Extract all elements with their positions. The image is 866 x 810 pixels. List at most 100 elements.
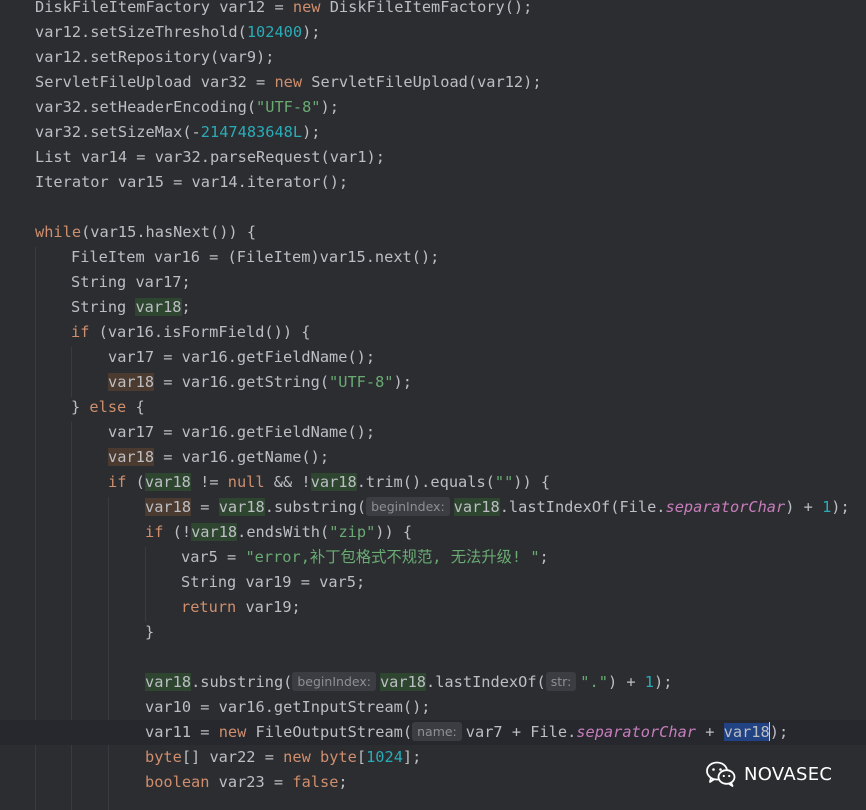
- code-text: );: [654, 673, 673, 691]
- code-text: String: [71, 298, 136, 316]
- code-text: var5 =: [181, 548, 246, 566]
- code-text: {: [126, 398, 145, 416]
- code-text: );: [831, 498, 850, 516]
- keyword-token: null: [227, 473, 265, 491]
- write-highlight: var18: [145, 498, 192, 516]
- write-highlight: var18: [108, 448, 155, 466]
- code-text: ) +: [785, 498, 823, 516]
- usage-highlight: var18: [145, 673, 192, 691]
- code-line[interactable]: String var19 = var5;: [0, 570, 866, 595]
- code-line-blank[interactable]: [0, 195, 866, 220]
- keyword-token: while: [35, 223, 82, 241]
- code-line[interactable]: Iterator var15 = var14.iterator();: [0, 170, 866, 195]
- code-line[interactable]: if (var18 != null && !var18.trim().equal…: [0, 470, 866, 495]
- code-text: );: [320, 98, 339, 116]
- code-text: (!: [163, 523, 192, 541]
- code-text: var17 = var16.getFieldName();: [108, 423, 376, 441]
- code-text: [] var22 =: [181, 748, 284, 766]
- code-text: )) {: [513, 473, 551, 491]
- code-text: .substring(: [191, 673, 293, 691]
- code-line[interactable]: var18.substring(beginIndex: var18.lastInd…: [0, 670, 866, 695]
- code-line[interactable]: if (var16.isFormField()) {: [0, 320, 866, 345]
- code-text: +: [696, 723, 724, 741]
- code-text: (: [126, 473, 145, 491]
- current-code-line[interactable]: var11 = new FileOutputStream(name: var7 +…: [0, 720, 866, 745]
- code-line[interactable]: while(var15.hasNext()) {: [0, 220, 866, 245]
- code-text: .trim().equals(: [356, 473, 495, 491]
- code-line[interactable]: var17 = var16.getFieldName();: [0, 345, 866, 370]
- code-line[interactable]: }: [0, 620, 866, 645]
- parameter-hint: beginIndex:: [292, 672, 376, 691]
- code-line[interactable]: var12.setSizeThreshold(102400);: [0, 20, 866, 45]
- parameter-hint: beginIndex:: [366, 497, 450, 516]
- keyword-token: byte: [320, 748, 357, 766]
- usage-highlight: var18: [379, 673, 427, 691]
- usage-highlight: var18: [144, 473, 191, 491]
- code-text: ;: [539, 548, 549, 566]
- code-line[interactable]: var18 = var18.substring(beginIndex: var18…: [0, 495, 866, 520]
- code-line-blank[interactable]: [0, 645, 866, 670]
- code-text: );: [302, 23, 321, 41]
- code-line[interactable]: String var18;: [0, 295, 866, 320]
- code-text: (var15.hasNext()) {: [81, 223, 257, 241]
- code-line[interactable]: List var14 = var32.parseRequest(var1);: [0, 145, 866, 170]
- code-line[interactable]: DiskFileItemFactory var12 = new DiskFile…: [0, 0, 866, 20]
- code-text: .lastIndexOf(File.: [499, 498, 666, 516]
- code-text: (var16.isFormField()) {: [89, 323, 311, 341]
- parameter-hint: name:: [412, 722, 462, 741]
- code-text: FileItem var16 = (FileItem)var15.next();: [71, 248, 440, 266]
- keyword-token: new: [218, 723, 247, 741]
- watermark: NOVASEC: [706, 760, 832, 788]
- code-text: }: [71, 398, 90, 416]
- number-token: 102400: [246, 23, 303, 41]
- code-text: var12.setRepository(var9);: [35, 48, 275, 66]
- code-text: var32.setHeaderEncoding(: [35, 98, 257, 116]
- code-text: var12.setSizeThreshold(: [35, 23, 247, 41]
- string-token: "UTF-8": [256, 98, 321, 116]
- watermark-text: NOVASEC: [744, 763, 833, 785]
- code-text: var19;: [236, 598, 301, 616]
- code-text: [: [356, 748, 367, 766]
- keyword-token: if: [145, 523, 164, 541]
- usage-highlight: var18: [191, 523, 238, 541]
- number-token: 2147483648L: [200, 123, 303, 141]
- field-token: separatorChar: [576, 723, 697, 741]
- code-line[interactable]: var17 = var16.getFieldName();: [0, 420, 866, 445]
- code-text: )) {: [375, 523, 413, 541]
- code-line[interactable]: var32.setSizeMax(-2147483648L);: [0, 120, 866, 145]
- code-text: String var17;: [71, 273, 191, 291]
- code-text: ServletFileUpload var32 =: [35, 73, 275, 91]
- keyword-token: byte: [145, 748, 182, 766]
- code-text: var32.setSizeMax(-: [35, 123, 201, 141]
- code-text: ];: [402, 748, 422, 766]
- code-text: .substring(: [264, 498, 367, 516]
- code-text: String var19 = var5;: [181, 573, 366, 591]
- keyword-token: new: [274, 73, 303, 91]
- code-line[interactable]: String var17;: [0, 270, 866, 295]
- code-text: = var16.getString(: [154, 373, 330, 391]
- code-line[interactable]: var18 = var16.getName();: [0, 445, 866, 470]
- string-token: ".": [580, 673, 608, 691]
- string-token: "error,补丁包格式不规范, 无法升级! ": [245, 548, 540, 566]
- code-line[interactable]: if (!var18.endsWith("zip")) {: [0, 520, 866, 545]
- code-line[interactable]: var10 = var16.getInputStream();: [0, 695, 866, 720]
- code-editor[interactable]: DiskFileItemFactory var12 = new DiskFile…: [0, 0, 866, 810]
- number-token: 1: [644, 673, 654, 691]
- code-text: ;: [181, 298, 191, 316]
- code-line[interactable]: var5 = "error,补丁包格式不规范, 无法升级! ";: [0, 545, 866, 570]
- code-line[interactable]: var18 = var16.getString("UTF-8");: [0, 370, 866, 395]
- parameter-hint: str:: [545, 672, 577, 691]
- keyword-token: boolean: [145, 773, 210, 791]
- keyword-token: new: [283, 748, 311, 766]
- code-line[interactable]: var12.setRepository(var9);: [0, 45, 866, 70]
- code-line[interactable]: ServletFileUpload var32 = new ServletFil…: [0, 70, 866, 95]
- code-line[interactable]: var32.setHeaderEncoding("UTF-8");: [0, 95, 866, 120]
- keyword-token: if: [71, 323, 90, 341]
- code-text: DiskFileItemFactory();: [320, 0, 533, 16]
- string-token: "UTF-8": [329, 373, 394, 391]
- keyword-token: false: [292, 773, 339, 791]
- keyword-token: else: [89, 398, 127, 416]
- code-line[interactable]: return var19;: [0, 595, 866, 620]
- code-line[interactable]: FileItem var16 = (FileItem)var15.next();: [0, 245, 866, 270]
- code-line[interactable]: } else {: [0, 395, 866, 420]
